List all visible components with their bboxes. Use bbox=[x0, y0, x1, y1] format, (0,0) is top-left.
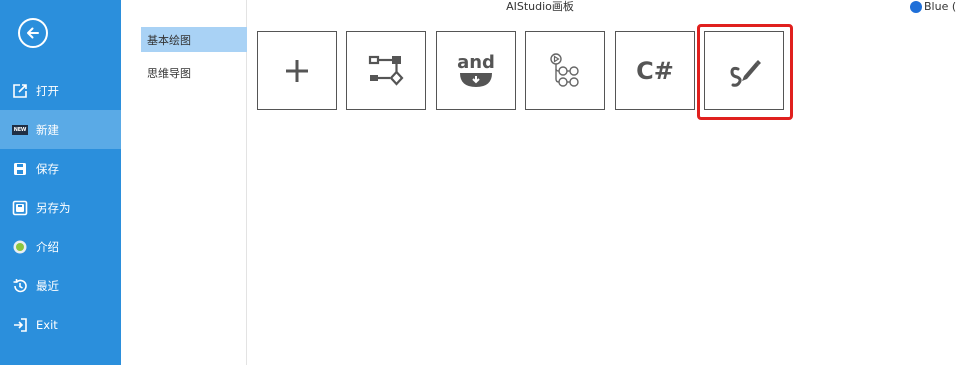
app-title: AIStudio画板 bbox=[506, 0, 574, 13]
arrow-left-circle-icon bbox=[27, 27, 39, 39]
sidebar-menu: 打开 NEW 新建 保存 另存为 介绍 最近 Exit bbox=[0, 71, 121, 344]
sidebar-item-open[interactable]: 打开 bbox=[0, 71, 121, 110]
plus-icon bbox=[286, 59, 308, 82]
and-gate-icon: and bbox=[457, 51, 495, 88]
sidebar-item-recent[interactable]: 最近 bbox=[0, 266, 121, 305]
sidebar-item-label: 保存 bbox=[36, 161, 59, 176]
history-icon bbox=[12, 278, 28, 294]
template-tile-csharp[interactable]: C# bbox=[615, 31, 695, 110]
template-tile-flowchart[interactable] bbox=[346, 31, 426, 110]
category-panel: 基本绘图 思维导图 bbox=[121, 0, 247, 365]
sidebar-item-save[interactable]: 保存 bbox=[0, 149, 121, 188]
flowchart-icon bbox=[368, 55, 404, 86]
sidebar-item-label: 新建 bbox=[36, 122, 59, 137]
gate-shape bbox=[459, 72, 492, 87]
template-tile-blank[interactable] bbox=[257, 31, 337, 110]
open-folder-icon bbox=[12, 83, 28, 99]
sidebar-item-label: 介绍 bbox=[36, 239, 59, 254]
selection-highlight bbox=[697, 24, 793, 120]
workflow-icon bbox=[550, 52, 579, 87]
sidebar-item-label: Exit bbox=[36, 317, 58, 332]
sidebar-item-save-as[interactable]: 另存为 bbox=[0, 188, 121, 227]
sidebar: 打开 NEW 新建 保存 另存为 介绍 最近 Exit bbox=[0, 0, 121, 365]
theme-selector[interactable]: Blue ( bbox=[910, 0, 956, 14]
template-tile-logic-gate[interactable]: and bbox=[436, 31, 516, 110]
back-button[interactable] bbox=[18, 18, 48, 48]
save-as-icon bbox=[12, 200, 28, 216]
sidebar-item-intro[interactable]: 介绍 bbox=[0, 227, 121, 266]
theme-color-dot bbox=[910, 1, 922, 13]
exit-icon bbox=[12, 317, 28, 333]
csharp-icon: C# bbox=[636, 56, 674, 85]
sidebar-item-label: 最近 bbox=[36, 278, 59, 293]
save-icon bbox=[12, 161, 28, 177]
theme-label: Blue ( bbox=[924, 0, 957, 13]
and-gate-label: and bbox=[457, 51, 495, 73]
sidebar-item-exit[interactable]: Exit bbox=[0, 305, 121, 344]
category-basic-drawing[interactable]: 基本绘图 bbox=[141, 27, 247, 52]
category-mind-map[interactable]: 思维导图 bbox=[141, 60, 247, 85]
sidebar-item-label: 另存为 bbox=[36, 200, 71, 215]
new-badge: NEW bbox=[12, 124, 28, 135]
new-badge-icon: NEW bbox=[12, 122, 28, 138]
sidebar-item-label: 打开 bbox=[36, 83, 59, 98]
sidebar-item-new[interactable]: NEW 新建 bbox=[0, 110, 121, 149]
template-tile-workflow[interactable] bbox=[525, 31, 605, 110]
info-circle-icon bbox=[12, 239, 28, 255]
